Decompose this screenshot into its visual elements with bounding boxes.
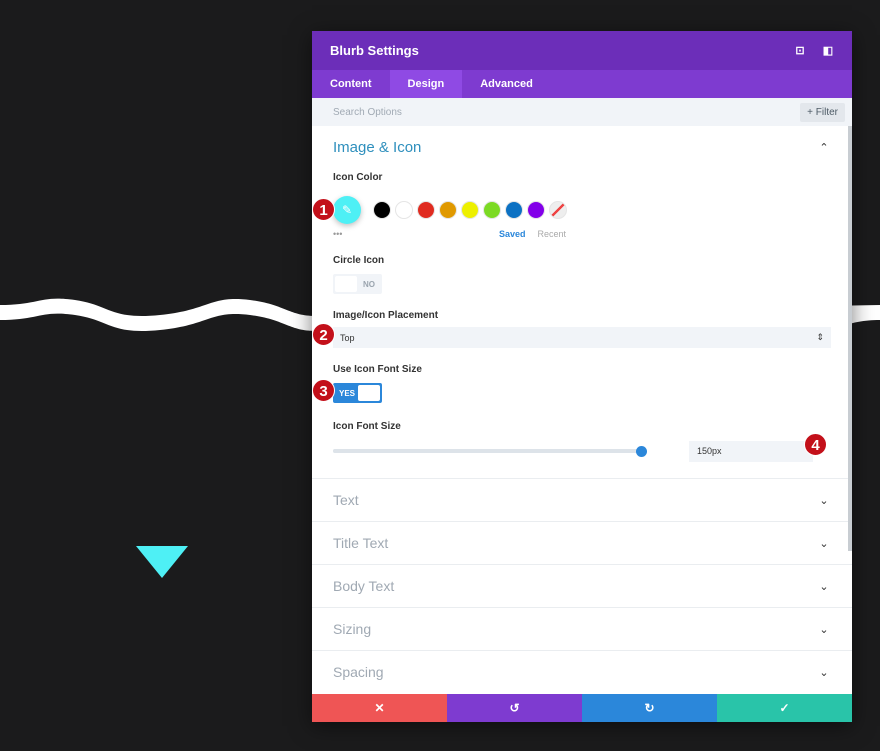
filter-button[interactable]: + Filter bbox=[800, 102, 845, 122]
swatch-black[interactable] bbox=[373, 201, 391, 219]
slider-handle[interactable] bbox=[635, 446, 647, 457]
section-header[interactable]: Image & Icon ⌃ bbox=[333, 126, 831, 168]
modal-title: Blurb Settings bbox=[330, 43, 419, 58]
image-icon-section: Image & Icon ⌃ Icon Color ✎ ••• Saved Rec… bbox=[312, 126, 852, 478]
step-badge-1: 1 bbox=[312, 198, 335, 221]
tab-content[interactable]: Content bbox=[312, 70, 390, 98]
blurb-icon-triangle bbox=[136, 546, 188, 578]
search-bar: Search Options + Filter bbox=[312, 98, 852, 126]
icon-color-label: Icon Color bbox=[333, 172, 383, 183]
section-title: Body Text bbox=[333, 578, 395, 594]
chevron-down-icon[interactable]: ⌄ bbox=[817, 580, 831, 593]
section-sizing[interactable]: Sizing ⌄ bbox=[312, 607, 852, 650]
section-title: Text bbox=[333, 492, 359, 508]
modal-header: Blurb Settings ⊡ ◧ bbox=[312, 31, 852, 70]
tab-design[interactable]: Design bbox=[389, 70, 463, 98]
section-title: Image & Icon bbox=[333, 138, 422, 156]
step-badge-2: 2 bbox=[312, 323, 335, 346]
placement-select[interactable]: Top ⇕ bbox=[333, 327, 831, 348]
chevron-down-icon[interactable]: ⌄ bbox=[817, 494, 831, 507]
save-button[interactable]: ✓ bbox=[717, 694, 852, 722]
use-font-size-toggle[interactable]: YES bbox=[333, 383, 382, 403]
swatch-orange[interactable] bbox=[439, 201, 457, 219]
chevron-down-icon[interactable]: ⌄ bbox=[817, 537, 831, 550]
circle-icon-label: Circle Icon bbox=[333, 255, 385, 266]
swatch-none[interactable] bbox=[549, 201, 567, 219]
section-body-text[interactable]: Body Text ⌄ bbox=[312, 564, 852, 607]
redo-button[interactable]: ↻ bbox=[582, 694, 717, 722]
section-title-text[interactable]: Title Text ⌄ bbox=[312, 521, 852, 564]
section-spacing[interactable]: Spacing ⌄ bbox=[312, 650, 852, 693]
cancel-button[interactable]: ✕ bbox=[312, 694, 447, 722]
section-title: Spacing bbox=[333, 664, 384, 680]
scrollbar[interactable] bbox=[848, 126, 852, 551]
section-title: Sizing bbox=[333, 621, 372, 637]
sidebar-toggle-icon[interactable]: ◧ bbox=[822, 45, 834, 57]
select-arrows-icon: ⇕ bbox=[816, 332, 824, 342]
step-badge-4: 4 bbox=[804, 433, 827, 456]
tab-advanced[interactable]: Advanced bbox=[462, 70, 551, 98]
section-title: Title Text bbox=[333, 535, 389, 551]
recent-tab[interactable]: Recent bbox=[538, 229, 567, 239]
toggle-state: YES bbox=[339, 388, 356, 398]
saved-tab[interactable]: Saved bbox=[499, 229, 526, 239]
placement-label: Image/Icon Placement bbox=[333, 310, 439, 321]
modal-footer: ✕ ↺ ↻ ✓ bbox=[312, 694, 852, 722]
chevron-down-icon[interactable]: ⌄ bbox=[817, 666, 831, 679]
toggle-state: NO bbox=[363, 279, 375, 289]
search-input[interactable]: Search Options bbox=[333, 107, 800, 118]
swatch-yellow[interactable] bbox=[461, 201, 479, 219]
font-size-slider[interactable] bbox=[333, 446, 647, 457]
chevron-up-icon[interactable]: ⌃ bbox=[817, 141, 831, 154]
fullscreen-icon[interactable]: ⊡ bbox=[794, 45, 806, 57]
chevron-down-icon[interactable]: ⌄ bbox=[817, 623, 831, 636]
placement-value: Top bbox=[340, 332, 355, 343]
font-size-input[interactable]: 150px bbox=[689, 440, 813, 462]
swatch-green[interactable] bbox=[483, 201, 501, 219]
section-text[interactable]: Text ⌄ bbox=[312, 478, 852, 521]
font-size-label: Icon Font Size bbox=[333, 421, 401, 432]
undo-button[interactable]: ↺ bbox=[447, 694, 582, 722]
color-picker-eyedropper-icon[interactable]: ✎ bbox=[333, 196, 361, 224]
tab-bar: Content Design Advanced bbox=[312, 70, 852, 98]
blurb-settings-modal: Blurb Settings ⊡ ◧ Content Design Advanc… bbox=[312, 31, 852, 722]
use-font-size-label: Use Icon Font Size bbox=[333, 364, 422, 375]
swatch-purple[interactable] bbox=[527, 201, 545, 219]
color-palette: ✎ bbox=[333, 195, 831, 225]
more-colors-button[interactable]: ••• bbox=[333, 229, 499, 239]
swatch-blue[interactable] bbox=[505, 201, 523, 219]
circle-icon-toggle[interactable]: NO bbox=[333, 274, 382, 294]
swatch-red[interactable] bbox=[417, 201, 435, 219]
swatch-white[interactable] bbox=[395, 201, 413, 219]
step-badge-3: 3 bbox=[312, 379, 335, 402]
